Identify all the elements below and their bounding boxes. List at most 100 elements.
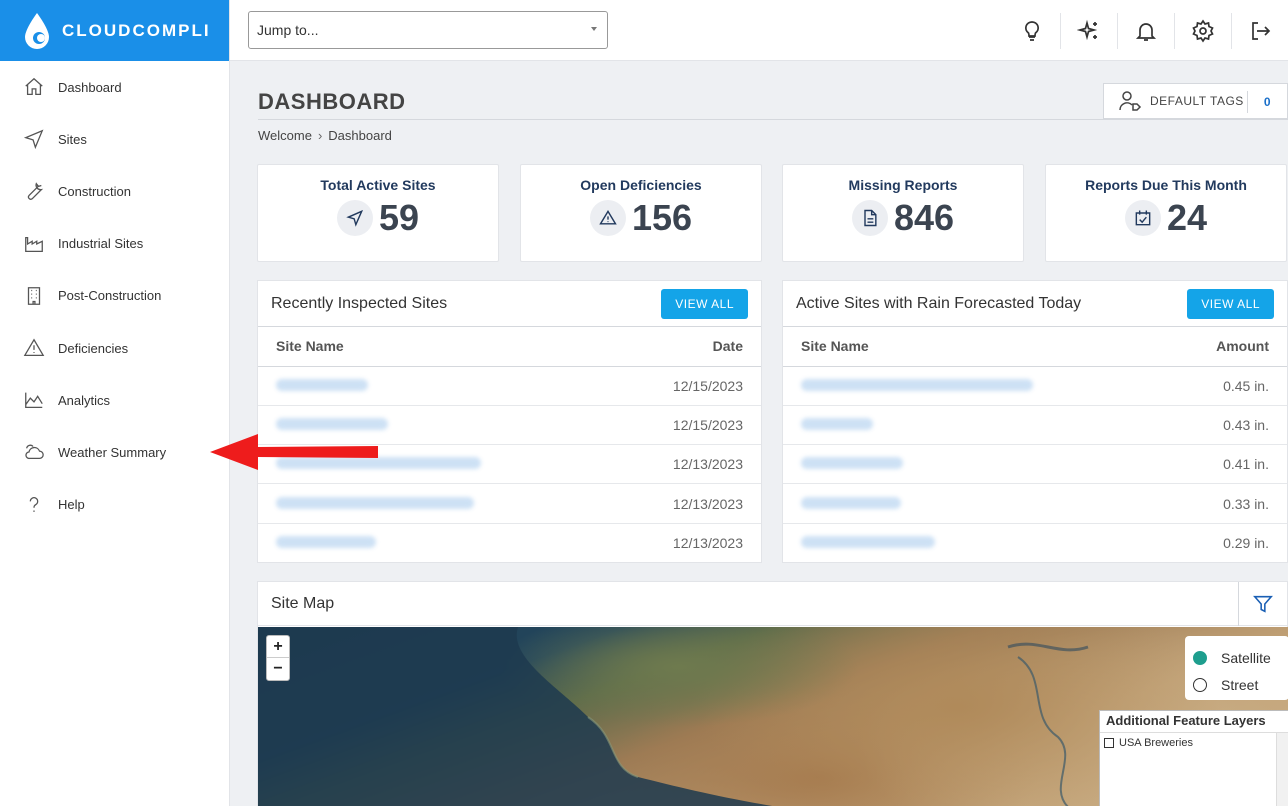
zoom-in-button[interactable]: + — [267, 636, 289, 658]
column-header-amount[interactable]: Amount — [1161, 327, 1287, 367]
zoom-out-button[interactable]: − — [267, 658, 289, 680]
default-tags-count: 0 — [1247, 91, 1287, 113]
stat-label: Missing Reports — [848, 177, 958, 193]
table-row[interactable]: 0.29 in. — [783, 523, 1287, 562]
redacted-site-name[interactable] — [276, 417, 388, 430]
panel-title: Active Sites with Rain Forecasted Today — [796, 294, 1082, 312]
table-row[interactable]: 0.43 in. — [783, 405, 1287, 446]
scrollbar[interactable] — [1276, 733, 1288, 806]
stat-card-missing-reports[interactable]: Missing Reports 846 — [782, 164, 1024, 262]
redacted-site-name[interactable] — [276, 378, 368, 391]
home-icon — [22, 75, 46, 99]
sidebar-item-label: Help — [58, 497, 85, 513]
column-header-date[interactable]: Date — [607, 327, 761, 367]
default-tags-button[interactable]: DEFAULT TAGS 0 — [1103, 83, 1288, 119]
sidebar: CLOUDCOMPLI Dashboard Sites Construction… — [0, 0, 230, 806]
brand-logo[interactable]: CLOUDCOMPLI — [0, 0, 229, 61]
redacted-site-name[interactable] — [801, 417, 873, 430]
factory-icon — [22, 232, 46, 256]
stat-value: 59 — [378, 197, 420, 238]
table-row[interactable]: 0.33 in. — [783, 483, 1287, 524]
brand-name: CLOUDCOMPLI — [62, 20, 211, 40]
sidebar-item-construction[interactable]: Construction — [0, 165, 229, 217]
sparkles-icon[interactable] — [1060, 12, 1117, 49]
recently-inspected-panel: Recently Inspected Sites VIEW ALL Site N… — [257, 280, 762, 563]
sidebar-item-help[interactable]: Help — [0, 479, 229, 531]
sidebar-item-sites[interactable]: Sites — [0, 113, 229, 165]
basemap-label: Street — [1221, 676, 1259, 693]
table-row[interactable]: 12/13/2023 — [258, 523, 761, 562]
table-row[interactable]: 12/13/2023 — [258, 483, 761, 524]
view-all-rain-button[interactable]: VIEW ALL — [1187, 288, 1274, 319]
redacted-site-name[interactable] — [801, 457, 903, 470]
rain-sites-table: Site Name Amount 0.45 in. 0.43 in. 0.41 … — [783, 327, 1287, 562]
row-amount: 0.43 in. — [1161, 405, 1287, 446]
row-date: 12/13/2023 — [607, 444, 761, 485]
sidebar-item-dashboard[interactable]: Dashboard — [0, 61, 229, 113]
sidebar-item-analytics[interactable]: Analytics — [0, 374, 229, 426]
table-row[interactable]: 0.41 in. — [783, 444, 1287, 485]
panel-title: Site Map — [271, 594, 335, 612]
radio-unselected[interactable] — [1193, 677, 1207, 692]
breadcrumb: Welcome › Dashboard — [258, 128, 392, 143]
jump-to-placeholder: Jump to... — [257, 22, 319, 38]
table-row[interactable]: 0.45 in. — [783, 366, 1287, 406]
stat-label: Total Active Sites — [320, 177, 436, 193]
sidebar-item-deficiencies[interactable]: Deficiencies — [0, 322, 229, 374]
navigation-arrow-icon — [336, 200, 373, 236]
default-tags-label: DEFAULT TAGS — [1150, 94, 1244, 108]
table-row[interactable]: 12/15/2023 — [258, 366, 761, 406]
jump-to-select[interactable]: Jump to... — [248, 11, 608, 49]
document-icon — [851, 200, 888, 236]
topbar: Jump to... — [230, 0, 1288, 61]
row-amount: 0.33 in. — [1161, 483, 1287, 524]
feature-layer-usa-breweries[interactable]: USA Breweries — [1100, 733, 1288, 749]
redacted-site-name[interactable] — [801, 378, 1033, 391]
redacted-site-name[interactable] — [801, 536, 935, 549]
column-header-site-name[interactable]: Site Name — [783, 327, 1162, 367]
redacted-site-name[interactable] — [276, 536, 376, 549]
warning-triangle-icon — [589, 200, 626, 236]
bell-icon[interactable] — [1117, 12, 1174, 49]
sidebar-item-weather-summary[interactable]: Weather Summary — [0, 426, 229, 478]
view-all-recent-button[interactable]: VIEW ALL — [661, 288, 748, 319]
sidebar-item-label: Industrial Sites — [58, 236, 144, 252]
sidebar-item-label: Analytics — [58, 392, 111, 408]
radio-selected[interactable] — [1193, 650, 1207, 665]
sidebar-item-label: Weather Summary — [58, 444, 167, 460]
redacted-site-name[interactable] — [801, 496, 901, 509]
column-header-site-name[interactable]: Site Name — [258, 327, 608, 367]
lightbulb-icon[interactable] — [1003, 13, 1060, 49]
question-icon — [22, 493, 46, 517]
sidebar-item-industrial-sites[interactable]: Industrial Sites — [0, 218, 229, 270]
calendar-check-icon — [1124, 200, 1161, 236]
feature-layers-panel: Additional Feature Layers USA Breweries — [1099, 710, 1288, 806]
sidebar-item-label: Deficiencies — [58, 340, 129, 356]
row-date: 12/13/2023 — [672, 535, 743, 552]
checkbox[interactable] — [1104, 738, 1114, 748]
sidebar-item-post-construction[interactable]: Post-Construction — [0, 270, 229, 322]
filter-button[interactable] — [1238, 582, 1287, 626]
zoom-control: + − — [266, 635, 290, 681]
feature-layers-title: Additional Feature Layers — [1100, 711, 1288, 733]
chevron-down-icon — [591, 27, 597, 31]
basemap-switcher: Satellite Street — [1185, 636, 1288, 700]
stat-card-total-active-sites[interactable]: Total Active Sites 59 — [257, 164, 499, 262]
sidebar-item-label: Post-Construction — [58, 288, 162, 304]
row-amount: 0.41 in. — [1161, 444, 1287, 485]
basemap-option-street[interactable]: Street — [1193, 671, 1288, 698]
redacted-site-name[interactable] — [276, 496, 474, 509]
breadcrumb-welcome[interactable]: Welcome — [258, 128, 312, 143]
stat-card-open-deficiencies[interactable]: Open Deficiencies 156 — [520, 164, 762, 262]
stat-label: Open Deficiencies — [580, 177, 702, 193]
stat-card-reports-due-this-month[interactable]: Reports Due This Month 24 — [1045, 164, 1287, 262]
basemap-option-satellite[interactable]: Satellite — [1193, 644, 1288, 671]
breadcrumb-dashboard: Dashboard — [328, 128, 392, 143]
sidebar-item-label: Sites — [58, 131, 87, 147]
sidebar-nav: Dashboard Sites Construction Industrial … — [0, 61, 229, 531]
logout-icon[interactable] — [1231, 12, 1288, 49]
row-amount: 0.29 in. — [1223, 535, 1269, 552]
stat-value: 24 — [1166, 197, 1208, 238]
gear-icon[interactable] — [1174, 12, 1231, 49]
map-canvas[interactable]: + − Satellite Street Additional Feature … — [258, 627, 1288, 806]
